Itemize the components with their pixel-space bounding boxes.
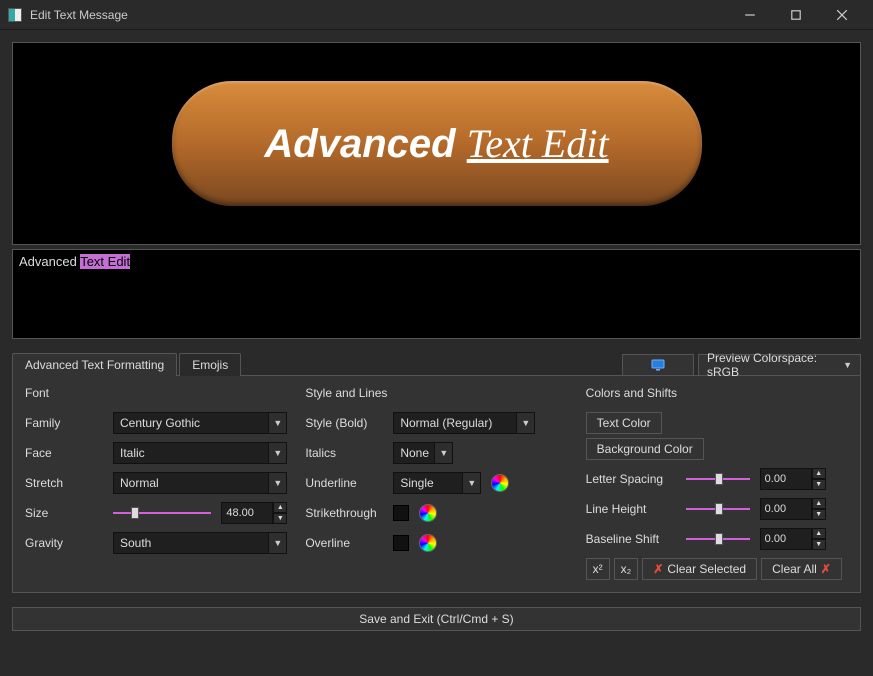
maximize-button[interactable] [773,0,819,30]
chevron-down-icon: ▼ [843,360,852,370]
family-select[interactable]: Century Gothic ▼ [113,412,287,434]
underline-value: Single [400,476,433,490]
size-slider[interactable] [113,502,211,524]
stretch-label: Stretch [25,476,103,490]
chevron-down-icon: ▼ [273,538,282,548]
face-label: Face [25,446,103,460]
letter-spacing-input[interactable]: 0.00 [760,468,812,490]
display-toggle-button[interactable] [622,354,694,376]
editor-selection: Text Edit [80,254,130,269]
colors-section: Colors and Shifts Text Color Background … [586,386,848,580]
baseline-down[interactable]: ▼ [812,539,826,550]
baseline-up[interactable]: ▲ [812,528,826,539]
title-bar: Edit Text Message [0,0,873,30]
preview-text-bold: Advanced [264,122,466,166]
baseline-shift-label: Baseline Shift [586,532,676,546]
style-section: Style and Lines Style (Bold) Normal (Reg… [305,386,567,580]
baseline-shift-input[interactable]: 0.00 [760,528,812,550]
stretch-select[interactable]: Normal ▼ [113,472,287,494]
letter-spacing-up[interactable]: ▲ [812,468,826,479]
tab-emojis[interactable]: Emojis [179,353,241,376]
line-height-down[interactable]: ▼ [812,509,826,520]
line-height-input[interactable]: 0.00 [760,498,812,520]
tabs-row: Advanced Text Formatting Emojis Preview … [12,353,861,376]
display-icon [651,359,665,371]
clear-all-label: Clear All [772,562,817,576]
letter-spacing-slider[interactable] [686,468,750,490]
underline-label: Underline [305,476,383,490]
overline-checkbox[interactable] [393,535,409,551]
app-icon [8,8,22,22]
line-height-slider[interactable] [686,498,750,520]
baseline-shift-slider[interactable] [686,528,750,550]
preview-colorspace-label: Preview Colorspace: sRGB [707,351,837,379]
stretch-value: Normal [120,476,159,490]
gravity-label: Gravity [25,536,103,550]
style-bold-value: Normal (Regular) [400,416,492,430]
italics-select[interactable]: None ▼ [393,442,453,464]
gravity-select[interactable]: South ▼ [113,532,287,554]
font-section: Font Family Century Gothic ▼ Face Italic… [25,386,287,580]
font-section-title: Font [25,386,287,400]
x-icon: ✗ [653,562,663,576]
preview-shape: Advanced Text Edit [172,81,702,206]
subscript-button[interactable]: x₂ [614,558,639,580]
preview-panel: Advanced Text Edit [12,42,861,245]
formatting-panel: Font Family Century Gothic ▼ Face Italic… [12,375,861,593]
style-bold-select[interactable]: Normal (Regular) ▼ [393,412,535,434]
italics-label: Italics [305,446,383,460]
strikethrough-color-picker[interactable] [419,504,437,522]
size-step-down[interactable]: ▼ [273,513,287,524]
background-color-button[interactable]: Background Color [586,438,704,460]
letter-spacing-label: Letter Spacing [586,472,676,486]
chevron-down-icon: ▼ [467,478,476,488]
style-bold-label: Style (Bold) [305,416,383,430]
superscript-button[interactable]: x² [586,558,610,580]
window-title: Edit Text Message [30,8,727,22]
overline-label: Overline [305,536,383,550]
underline-color-picker[interactable] [491,474,509,492]
preview-text: Advanced Text Edit [264,120,608,167]
family-label: Family [25,416,103,430]
italics-value: None [400,446,429,460]
face-select[interactable]: Italic ▼ [113,442,287,464]
underline-select[interactable]: Single ▼ [393,472,481,494]
family-value: Century Gothic [120,416,200,430]
strikethrough-label: Strikethrough [305,506,383,520]
chevron-down-icon: ▼ [521,418,530,428]
preview-colorspace-select[interactable]: Preview Colorspace: sRGB ▼ [698,354,861,376]
colors-section-title: Colors and Shifts [586,386,848,400]
letter-spacing-down[interactable]: ▼ [812,479,826,490]
face-value: Italic [120,446,145,460]
clear-all-button[interactable]: Clear All ✗ [761,558,842,580]
editor-content[interactable]: Advanced Text Edit [19,254,130,269]
x-icon: ✗ [821,562,831,576]
save-and-exit-button[interactable]: Save and Exit (Ctrl/Cmd + S) [12,607,861,631]
editor-plain: Advanced [19,254,80,269]
line-height-up[interactable]: ▲ [812,498,826,509]
save-label: Save and Exit (Ctrl/Cmd + S) [359,612,513,626]
chevron-down-icon: ▼ [439,448,448,458]
tab-advanced-formatting[interactable]: Advanced Text Formatting [12,353,177,376]
clear-selected-label: Clear Selected [667,562,746,576]
close-button[interactable] [819,0,865,30]
gravity-value: South [120,536,151,550]
minimize-button[interactable] [727,0,773,30]
preview-text-italic: Text Edit [467,121,609,166]
style-section-title: Style and Lines [305,386,567,400]
chevron-down-icon: ▼ [273,478,282,488]
text-editor[interactable]: Advanced Text Edit [12,249,861,339]
clear-selected-button[interactable]: ✗ Clear Selected [642,558,757,580]
strikethrough-checkbox[interactable] [393,505,409,521]
size-label: Size [25,506,103,520]
size-step-up[interactable]: ▲ [273,502,287,513]
overline-color-picker[interactable] [419,534,437,552]
line-height-label: Line Height [586,502,676,516]
chevron-down-icon: ▼ [273,448,282,458]
size-input[interactable]: 48.00 [221,502,273,524]
chevron-down-icon: ▼ [273,418,282,428]
text-color-button[interactable]: Text Color [586,412,662,434]
